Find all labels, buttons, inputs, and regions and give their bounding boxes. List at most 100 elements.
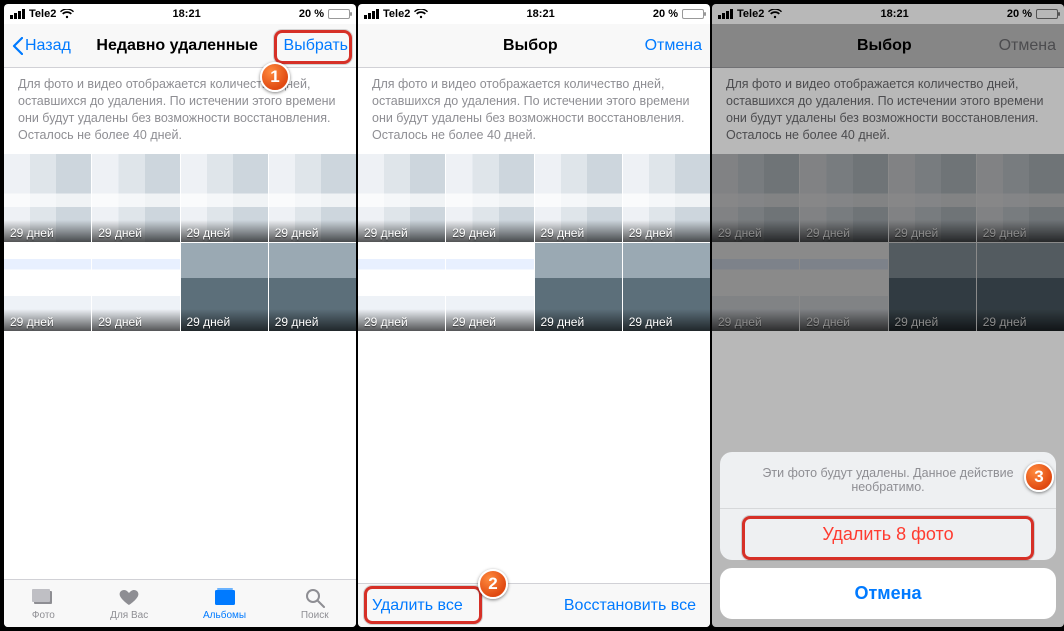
battery-percent: 20 % [299, 8, 324, 20]
photo-thumb[interactable]: 29 дней [623, 243, 710, 331]
photo-thumb[interactable]: 29 дней [446, 243, 533, 331]
clock: 18:21 [881, 8, 909, 20]
nav-bar: Назад Недавно удаленные Выбрать [4, 24, 356, 68]
photo-grid: 29 дней 29 дней 29 дней 29 дней 29 дней … [358, 154, 710, 331]
days-remaining: 29 дней [800, 309, 887, 331]
days-remaining: 29 дней [446, 309, 533, 331]
days-remaining: 29 дней [623, 309, 710, 331]
wifi-icon [768, 9, 782, 19]
wifi-icon [60, 9, 74, 19]
battery-percent: 20 % [1007, 8, 1032, 20]
info-text: Для фото и видео отображается количество… [712, 68, 1064, 154]
tab-label: Фото [32, 610, 55, 621]
days-remaining: 29 дней [358, 309, 445, 331]
days-remaining: 29 дней [712, 309, 799, 331]
selection-toolbar: Удалить все Восстановить все [358, 583, 710, 627]
recover-all-button[interactable]: Восстановить все [564, 597, 696, 615]
photo-thumb[interactable]: 29 дней [181, 243, 268, 331]
days-remaining: 29 дней [800, 220, 887, 242]
days-remaining: 29 дней [181, 309, 268, 331]
photo-thumb[interactable]: 29 дней [92, 243, 179, 331]
photo-thumb[interactable]: 29 дней [535, 154, 622, 242]
signal-icon [364, 9, 379, 19]
days-remaining: 29 дней [92, 220, 179, 242]
action-sheet-message: Эти фото будут удалены. Данное действие … [720, 452, 1056, 509]
screen-action-sheet: Tele2 18:21 20 % Выбор Отмена Для фото и… [712, 4, 1064, 627]
photo-thumb[interactable]: 29 дней [535, 243, 622, 331]
days-remaining: 29 дней [535, 309, 622, 331]
days-remaining: 29 дней [358, 220, 445, 242]
screen-recently-deleted: Tele2 18:21 20 % Назад Недавно удаленные… [4, 4, 356, 627]
clock: 18:21 [527, 8, 555, 20]
photo-thumb: 29 дней [800, 154, 887, 242]
days-remaining: 29 дней [623, 220, 710, 242]
photo-thumb[interactable]: 29 дней [4, 154, 91, 242]
battery-icon [1036, 9, 1058, 19]
signal-icon [718, 9, 733, 19]
carrier-label: Tele2 [29, 8, 56, 20]
photo-thumb[interactable]: 29 дней [181, 154, 268, 242]
battery-icon [682, 9, 704, 19]
tab-albums[interactable]: Альбомы [203, 586, 246, 621]
photo-thumb[interactable]: 29 дней [358, 243, 445, 331]
photo-thumb[interactable]: 29 дней [358, 154, 445, 242]
select-button[interactable]: Выбрать [284, 37, 348, 55]
tab-label: Для Вас [110, 610, 148, 621]
days-remaining: 29 дней [269, 220, 356, 242]
days-remaining: 29 дней [92, 309, 179, 331]
photo-thumb: 29 дней [712, 243, 799, 331]
days-remaining: 29 дней [712, 220, 799, 242]
photo-thumb: 29 дней [800, 243, 887, 331]
carrier-label: Tele2 [737, 8, 764, 20]
tab-label: Альбомы [203, 610, 246, 621]
nav-title: Выбор [770, 37, 999, 55]
photo-thumb: 29 дней [712, 154, 799, 242]
battery-icon [328, 9, 350, 19]
photo-thumb: 29 дней [977, 154, 1064, 242]
screen-selection: Tele2 18:21 20 % Выбор Отмена Для фото и… [358, 4, 710, 627]
days-remaining: 29 дней [889, 309, 976, 331]
photo-thumb[interactable]: 29 дней [269, 243, 356, 331]
days-remaining: 29 дней [269, 309, 356, 331]
photo-thumb: 29 дней [889, 243, 976, 331]
cancel-button: Отмена [999, 37, 1056, 55]
wifi-icon [414, 9, 428, 19]
photo-thumb[interactable]: 29 дней [446, 154, 533, 242]
status-bar: Tele2 18:21 20 % [4, 4, 356, 24]
days-remaining: 29 дней [446, 220, 533, 242]
photo-thumb: 29 дней [889, 154, 976, 242]
nav-title: Выбор [416, 37, 645, 55]
days-remaining: 29 дней [4, 220, 91, 242]
nav-bar: Выбор Отмена [712, 24, 1064, 68]
photo-thumb[interactable]: 29 дней [269, 154, 356, 242]
carrier-label: Tele2 [383, 8, 410, 20]
signal-icon [10, 9, 25, 19]
action-sheet-cancel-button[interactable]: Отмена [720, 568, 1056, 619]
cancel-button[interactable]: Отмена [645, 37, 702, 55]
tab-photos[interactable]: Фото [31, 586, 55, 621]
days-remaining: 29 дней [535, 220, 622, 242]
days-remaining: 29 дней [181, 220, 268, 242]
back-label: Назад [25, 37, 71, 55]
photo-grid: 29 дней 29 дней 29 дней 29 дней 29 дней … [4, 154, 356, 331]
tab-for-you[interactable]: Для Вас [110, 586, 148, 621]
delete-all-button[interactable]: Удалить все [372, 597, 463, 615]
tab-search[interactable]: Поиск [301, 586, 329, 621]
photo-thumb[interactable]: 29 дней [623, 154, 710, 242]
status-bar: Tele2 18:21 20 % [358, 4, 710, 24]
delete-photos-button[interactable]: Удалить 8 фото [720, 509, 1056, 560]
status-bar: Tele2 18:21 20 % [712, 4, 1064, 24]
photo-thumb[interactable]: 29 дней [92, 154, 179, 242]
clock: 18:21 [173, 8, 201, 20]
battery-percent: 20 % [653, 8, 678, 20]
photo-thumb[interactable]: 29 дней [4, 243, 91, 331]
nav-title: Недавно удаленные [71, 37, 284, 55]
photo-grid: 29 дней 29 дней 29 дней 29 дней 29 дней … [712, 154, 1064, 331]
info-text: Для фото и видео отображается количество… [358, 68, 710, 154]
nav-bar: Выбор Отмена [358, 24, 710, 68]
photo-thumb: 29 дней [977, 243, 1064, 331]
days-remaining: 29 дней [977, 220, 1064, 242]
tab-bar: Фото Для Вас Альбомы Поиск [4, 579, 356, 627]
info-text: Для фото и видео отображается количество… [4, 68, 356, 154]
back-button[interactable]: Назад [12, 37, 71, 55]
